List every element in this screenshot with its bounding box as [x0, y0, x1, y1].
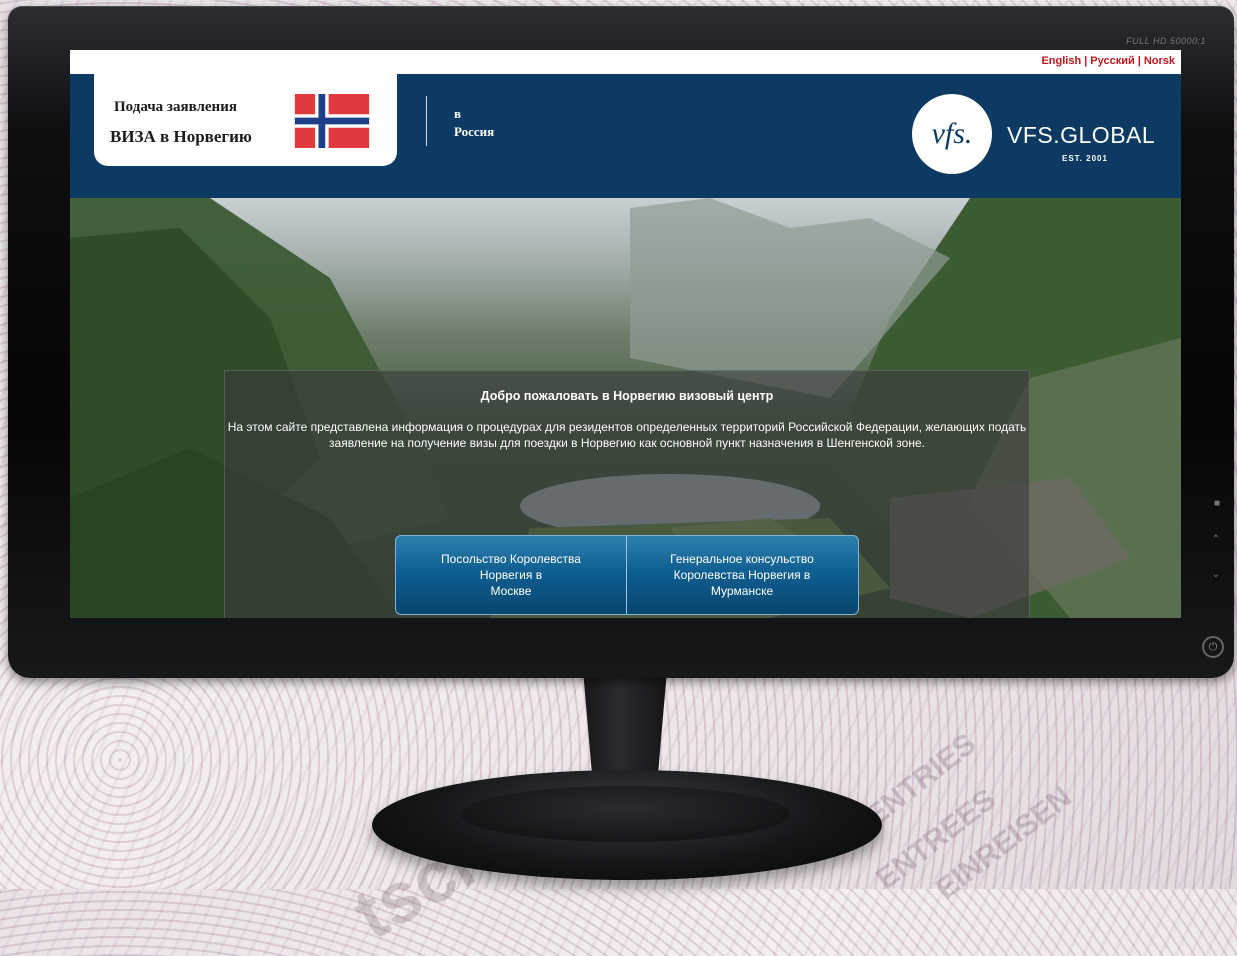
mission-label-line: Королевства Норвегия в: [673, 568, 811, 582]
lang-english-link[interactable]: English: [1041, 55, 1081, 67]
menu-button-icon[interactable]: ■: [1214, 498, 1220, 509]
browser-screen: English | Русский | Norsk Подача заявления В…: [70, 50, 1181, 618]
country-name: Россия: [454, 124, 495, 139]
lang-separator: |: [1137, 55, 1141, 67]
header-divider: [426, 96, 427, 146]
vfs-logo-icon[interactable]: vfs.: [912, 94, 992, 174]
welcome-title: Добро пожаловать в Норвегию визовый цент…: [480, 389, 774, 403]
mission-label-line: Мурманске: [710, 584, 774, 598]
title-visa-norway: ВИЗА в Норвегию: [110, 127, 252, 146]
norway-flag-icon: [294, 94, 370, 148]
lang-norsk-link[interactable]: Norsk: [1144, 55, 1175, 67]
title-submission: Подача заявления: [114, 99, 237, 115]
site-header: Подача заявления ВИЗА в Норвегию в Росси…: [70, 74, 1181, 198]
welcome-description: На этом сайте представлена информация о …: [227, 420, 1027, 450]
vfs-global-wordmark: VFS.GLOBAL: [1007, 122, 1156, 148]
consulate-murmansk-button[interactable]: Генеральное консульство Королевства Норв…: [627, 536, 857, 614]
application-title-box: Подача заявления ВИЗА в Норвегию: [94, 74, 397, 166]
mission-label-line: Посольство Королевства: [441, 552, 581, 566]
monitor-brand-label: FULL HD 50000:1: [1126, 36, 1206, 46]
mission-label-line: Генеральное консульство: [670, 552, 814, 566]
mission-selector: Посольство Королевства Норвегия в Москве…: [395, 535, 859, 615]
embassy-moscow-button[interactable]: Посольство Королевства Норвегия в Москве: [396, 536, 627, 614]
monitor-stand-base-inner: [460, 786, 790, 842]
down-arrow-icon[interactable]: ⌄: [1212, 569, 1220, 580]
up-arrow-icon[interactable]: ⌃: [1212, 534, 1220, 545]
welcome-panel: Добро пожаловать в Норвегию визовый цент…: [224, 370, 1030, 618]
fjord-hero-image: Добро пожаловать в Норвегию визовый цент…: [70, 198, 1181, 618]
vfs-established-label: EST. 2001: [1062, 154, 1108, 163]
country-prefix: в: [454, 106, 462, 121]
mission-label-line: Норвегия в: [479, 568, 543, 582]
lang-separator: |: [1084, 55, 1088, 67]
lang-russian-link[interactable]: Русский: [1090, 55, 1134, 67]
power-button-icon[interactable]: ⏻: [1202, 636, 1224, 658]
mission-label-line: Москве: [490, 584, 532, 598]
language-switcher: English | Русский | Norsk: [1041, 55, 1175, 67]
